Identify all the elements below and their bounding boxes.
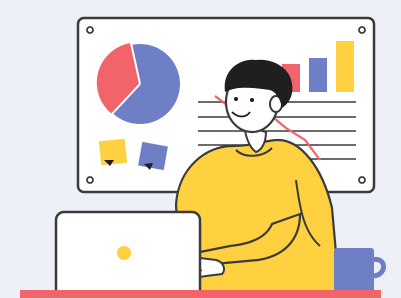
laptop-icon bbox=[54, 210, 202, 298]
sticky-note-icon bbox=[138, 141, 168, 171]
illustration-scene bbox=[0, 0, 401, 298]
eye bbox=[250, 98, 254, 102]
laptop-logo-dot bbox=[117, 246, 131, 260]
sticky-note-icon bbox=[98, 138, 128, 166]
desk bbox=[20, 290, 381, 298]
eye bbox=[234, 97, 238, 101]
illustration-svg bbox=[0, 0, 401, 298]
